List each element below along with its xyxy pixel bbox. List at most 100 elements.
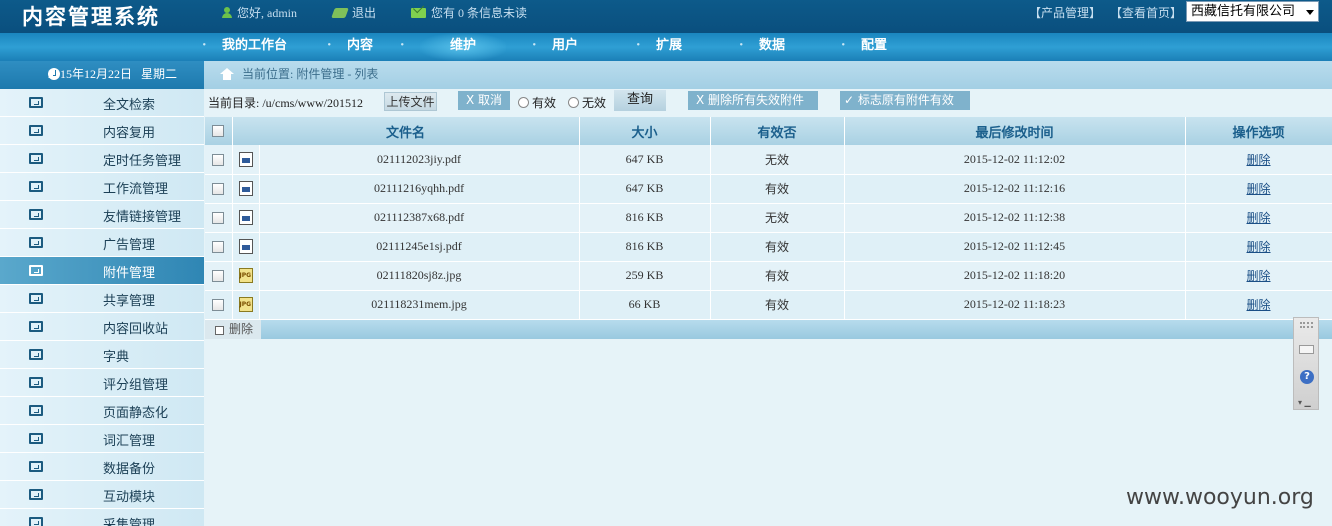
upload-button[interactable]: 上传文件 (384, 92, 437, 111)
delete-link[interactable]: 删除 (1247, 211, 1271, 225)
help-icon[interactable]: ? (1300, 370, 1314, 384)
sidebar-item-sharing[interactable]: 共享管理 (0, 285, 204, 313)
sidebar-item-label: 数据备份 (103, 461, 156, 476)
cancel-button[interactable]: X 取消 (458, 91, 510, 110)
delete-link[interactable]: 删除 (1247, 298, 1271, 312)
sidebar-item-fulltext-search[interactable]: 全文检索 (0, 89, 204, 117)
sidebar-item-collection[interactable]: 采集管理 (0, 509, 204, 526)
action-cell: 删除 (1185, 290, 1332, 320)
delete-link[interactable]: 删除 (1247, 240, 1271, 254)
app-logo: 内容管理系统 (22, 4, 160, 29)
file-name: 021118231mem.jpg (259, 290, 580, 320)
monitor-icon (29, 97, 43, 108)
row-checkbox[interactable] (212, 212, 225, 225)
sidebar-item-label: 互动模块 (103, 489, 156, 504)
file-valid: 有效 (710, 174, 845, 204)
radio-circle[interactable] (568, 97, 579, 108)
row-checkbox[interactable] (212, 299, 225, 312)
user-icon (222, 7, 232, 18)
nav-item-maintenance[interactable]: 维护 (400, 33, 507, 61)
radio-valid[interactable]: 有效 (518, 94, 556, 111)
messages-text[interactable]: 您有 0 条信息未读 (431, 4, 527, 21)
nav-item-data[interactable]: 数据 (739, 33, 785, 61)
company-select[interactable]: 西藏信托有限公司 (1186, 1, 1319, 22)
header-mtime[interactable]: 最后修改时间 (844, 117, 1186, 145)
row-checkbox[interactable] (212, 270, 225, 283)
monitor-icon (29, 209, 43, 220)
mark-valid-button[interactable]: ✓ 标志原有附件有效 (840, 91, 970, 110)
file-icon-cell (232, 174, 260, 204)
row-checkbox[interactable] (212, 241, 225, 254)
minimize-icon[interactable]: ▾ ▁ (1298, 398, 1311, 407)
logout-link[interactable]: 退出 (331, 4, 376, 21)
header-size[interactable]: 大小 (579, 117, 711, 145)
table-footer: 删除 (205, 320, 1332, 339)
logout-text[interactable]: 退出 (352, 4, 376, 21)
delete-link[interactable]: 删除 (1247, 182, 1271, 196)
sidebar-item-label: 内容回收站 (103, 321, 169, 336)
sidebar-item-static-pages[interactable]: 页面静态化 (0, 397, 204, 425)
attachments-table: 文件名 大小 有效否 最后修改时间 操作选项 021112023jiy.pdf … (205, 117, 1332, 320)
nav-item-users[interactable]: 用户 (532, 33, 578, 61)
sidebar-item-score-groups[interactable]: 评分组管理 (0, 369, 204, 397)
query-button[interactable]: 查询 (614, 90, 666, 111)
sidebar-item-label: 采集管理 (103, 517, 156, 526)
file-size: 259 KB (579, 261, 711, 291)
table-row: 02111216yqhh.pdf 647 KB 有效 2015-12-02 11… (205, 174, 1332, 204)
monitor-icon (29, 321, 43, 332)
sidebar-item-interaction[interactable]: 互动模块 (0, 481, 204, 509)
nav-item-config[interactable]: 配置 (841, 33, 887, 61)
breadcrumb-text: 当前位置: 附件管理 - 列表 (242, 67, 379, 81)
nav-item-content[interactable]: 内容 (327, 33, 373, 61)
drag-grip-icon[interactable] (1300, 322, 1313, 328)
radio-circle[interactable] (518, 97, 529, 108)
delete-invalid-button[interactable]: X 删除所有失效附件 (688, 91, 818, 110)
nav-item-workbench[interactable]: 我的工作台 (202, 33, 287, 61)
table-header-row: 文件名 大小 有效否 最后修改时间 操作选项 (205, 117, 1332, 145)
header-links: 【产品管理】 【查看首页】 (1023, 4, 1182, 21)
view-home-link[interactable]: 【查看首页】 (1110, 6, 1182, 20)
company-select-value: 西藏信托有限公司 (1191, 4, 1296, 19)
sidebar-item-label: 附件管理 (103, 265, 156, 280)
row-select-cell (205, 232, 233, 262)
sidebar-item-ads[interactable]: 广告管理 (0, 229, 204, 257)
greeting: 您好, admin (222, 4, 297, 21)
delete-link[interactable]: 删除 (1247, 153, 1271, 167)
select-all-checkbox[interactable] (212, 125, 225, 137)
header-valid[interactable]: 有效否 (710, 117, 845, 145)
clock-icon (48, 68, 60, 80)
sidebar-item-vocabulary[interactable]: 词汇管理 (0, 425, 204, 453)
sidebar-item-label: 页面静态化 (103, 405, 169, 420)
sidebar-item-data-backup[interactable]: 数据备份 (0, 453, 204, 481)
nav-item-extend[interactable]: 扩展 (636, 33, 682, 61)
sidebar-item-friend-links[interactable]: 友情链接管理 (0, 201, 204, 229)
monitor-icon (29, 293, 43, 304)
delete-link[interactable]: 删除 (1247, 269, 1271, 283)
file-mtime: 2015-12-02 11:12:45 (844, 232, 1186, 262)
header-filename[interactable]: 文件名 (232, 117, 580, 145)
file-valid: 有效 (710, 261, 845, 291)
select-all-header (205, 117, 233, 145)
product-manage-link[interactable]: 【产品管理】 (1029, 6, 1101, 20)
monitor-icon (29, 349, 43, 360)
sidebar-item-scheduled-tasks[interactable]: 定时任务管理 (0, 145, 204, 173)
row-checkbox[interactable] (212, 183, 225, 196)
radio-invalid[interactable]: 无效 (568, 94, 606, 111)
file-size: 66 KB (579, 290, 711, 320)
keyboard-icon[interactable] (1299, 345, 1314, 354)
file-name: 02111245e1sj.pdf (259, 232, 580, 262)
sidebar-item-attachments[interactable]: 附件管理 (0, 257, 204, 285)
sidebar-item-content-reuse[interactable]: 内容复用 (0, 117, 204, 145)
sidebar-item-dictionary[interactable]: 字典 (0, 341, 204, 369)
sidebar-item-workflow[interactable]: 工作流管理 (0, 173, 204, 201)
file-size: 816 KB (579, 203, 711, 233)
table-row: 02111245e1sj.pdf 816 KB 有效 2015-12-02 11… (205, 232, 1332, 262)
action-cell: 删除 (1185, 145, 1332, 175)
bulk-delete-button[interactable]: 删除 (205, 320, 261, 339)
main-content: 当前目录: /u/cms/www/201512 上传文件 X 取消 有效 无效 … (205, 89, 1332, 526)
sidebar-item-recycle-bin[interactable]: 内容回收站 (0, 313, 204, 341)
floating-toolbar[interactable]: ? ▾ ▁ (1293, 317, 1319, 410)
action-cell: 删除 (1185, 232, 1332, 262)
messages-link[interactable]: 您有 0 条信息未读 (411, 4, 527, 21)
row-checkbox[interactable] (212, 154, 225, 166)
